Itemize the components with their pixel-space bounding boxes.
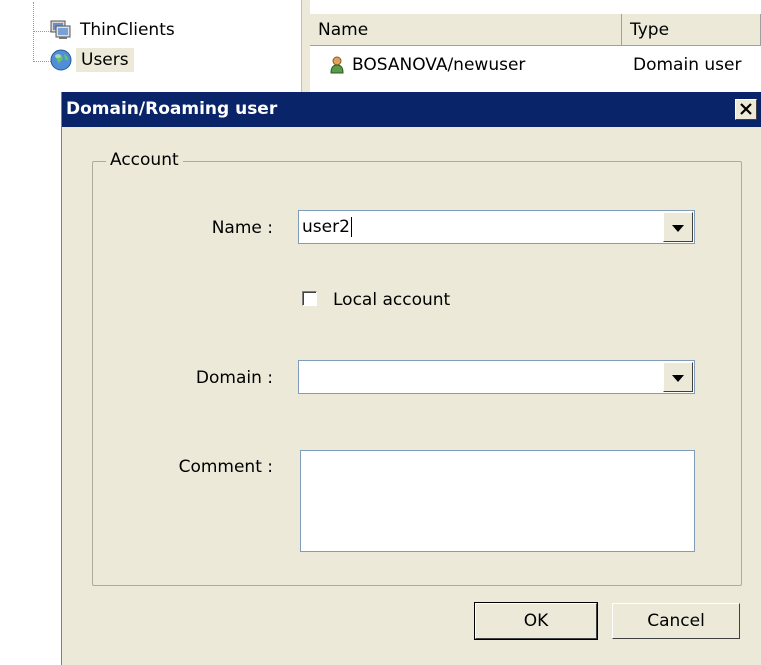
- tree-connector: [33, 31, 51, 32]
- list-item-type: Domain user: [633, 55, 742, 75]
- tree-item-label: ThinClients: [80, 20, 175, 40]
- tree-view: ThinClients Users: [0, 0, 300, 95]
- user-list: Name Type BOSANOVA/newuser Domain user: [310, 0, 761, 95]
- column-header-name[interactable]: Name: [310, 14, 622, 46]
- local-account-label[interactable]: Local account: [333, 290, 450, 310]
- account-group-label: Account: [106, 150, 183, 170]
- comment-textarea[interactable]: [300, 450, 695, 552]
- tree-connector: [33, 61, 51, 62]
- user-icon: [330, 56, 344, 74]
- domain-roaming-user-dialog: Domain/Roaming user Account Name : user2…: [61, 92, 761, 665]
- list-item[interactable]: BOSANOVA/newuser Domain user: [310, 48, 741, 82]
- column-header-type[interactable]: Type: [622, 14, 761, 46]
- tree-item-users[interactable]: Users: [50, 46, 134, 74]
- dialog-titlebar[interactable]: Domain/Roaming user: [62, 92, 761, 127]
- globe-icon: [50, 49, 72, 71]
- close-icon: [740, 103, 752, 115]
- pane-splitter[interactable]: [301, 0, 310, 95]
- list-header: Name Type: [310, 14, 761, 46]
- tree-item-label: Users: [76, 48, 134, 72]
- domain-label: Domain :: [195, 368, 273, 388]
- name-combobox[interactable]: user2: [298, 210, 695, 244]
- close-button[interactable]: [735, 99, 757, 120]
- dialog-title: Domain/Roaming user: [66, 99, 278, 119]
- tree-item-thinclients[interactable]: ThinClients: [50, 16, 179, 44]
- name-value: user2: [302, 217, 352, 237]
- domain-combobox[interactable]: [298, 360, 695, 394]
- list-item-name: BOSANOVA/newuser: [352, 55, 526, 75]
- domain-dropdown-button[interactable]: [663, 362, 693, 392]
- list-cell-name: BOSANOVA/newuser: [310, 55, 622, 75]
- computers-icon: [50, 20, 72, 40]
- cancel-button[interactable]: Cancel: [612, 603, 740, 639]
- comment-label: Comment :: [178, 457, 273, 477]
- name-label: Name :: [211, 218, 273, 238]
- local-account-checkbox[interactable]: [302, 291, 317, 306]
- chevron-down-icon: [672, 225, 684, 232]
- chevron-down-icon: [672, 375, 684, 382]
- tree-connector: [33, 2, 34, 62]
- name-dropdown-button[interactable]: [663, 212, 693, 242]
- ok-button[interactable]: OK: [474, 602, 598, 640]
